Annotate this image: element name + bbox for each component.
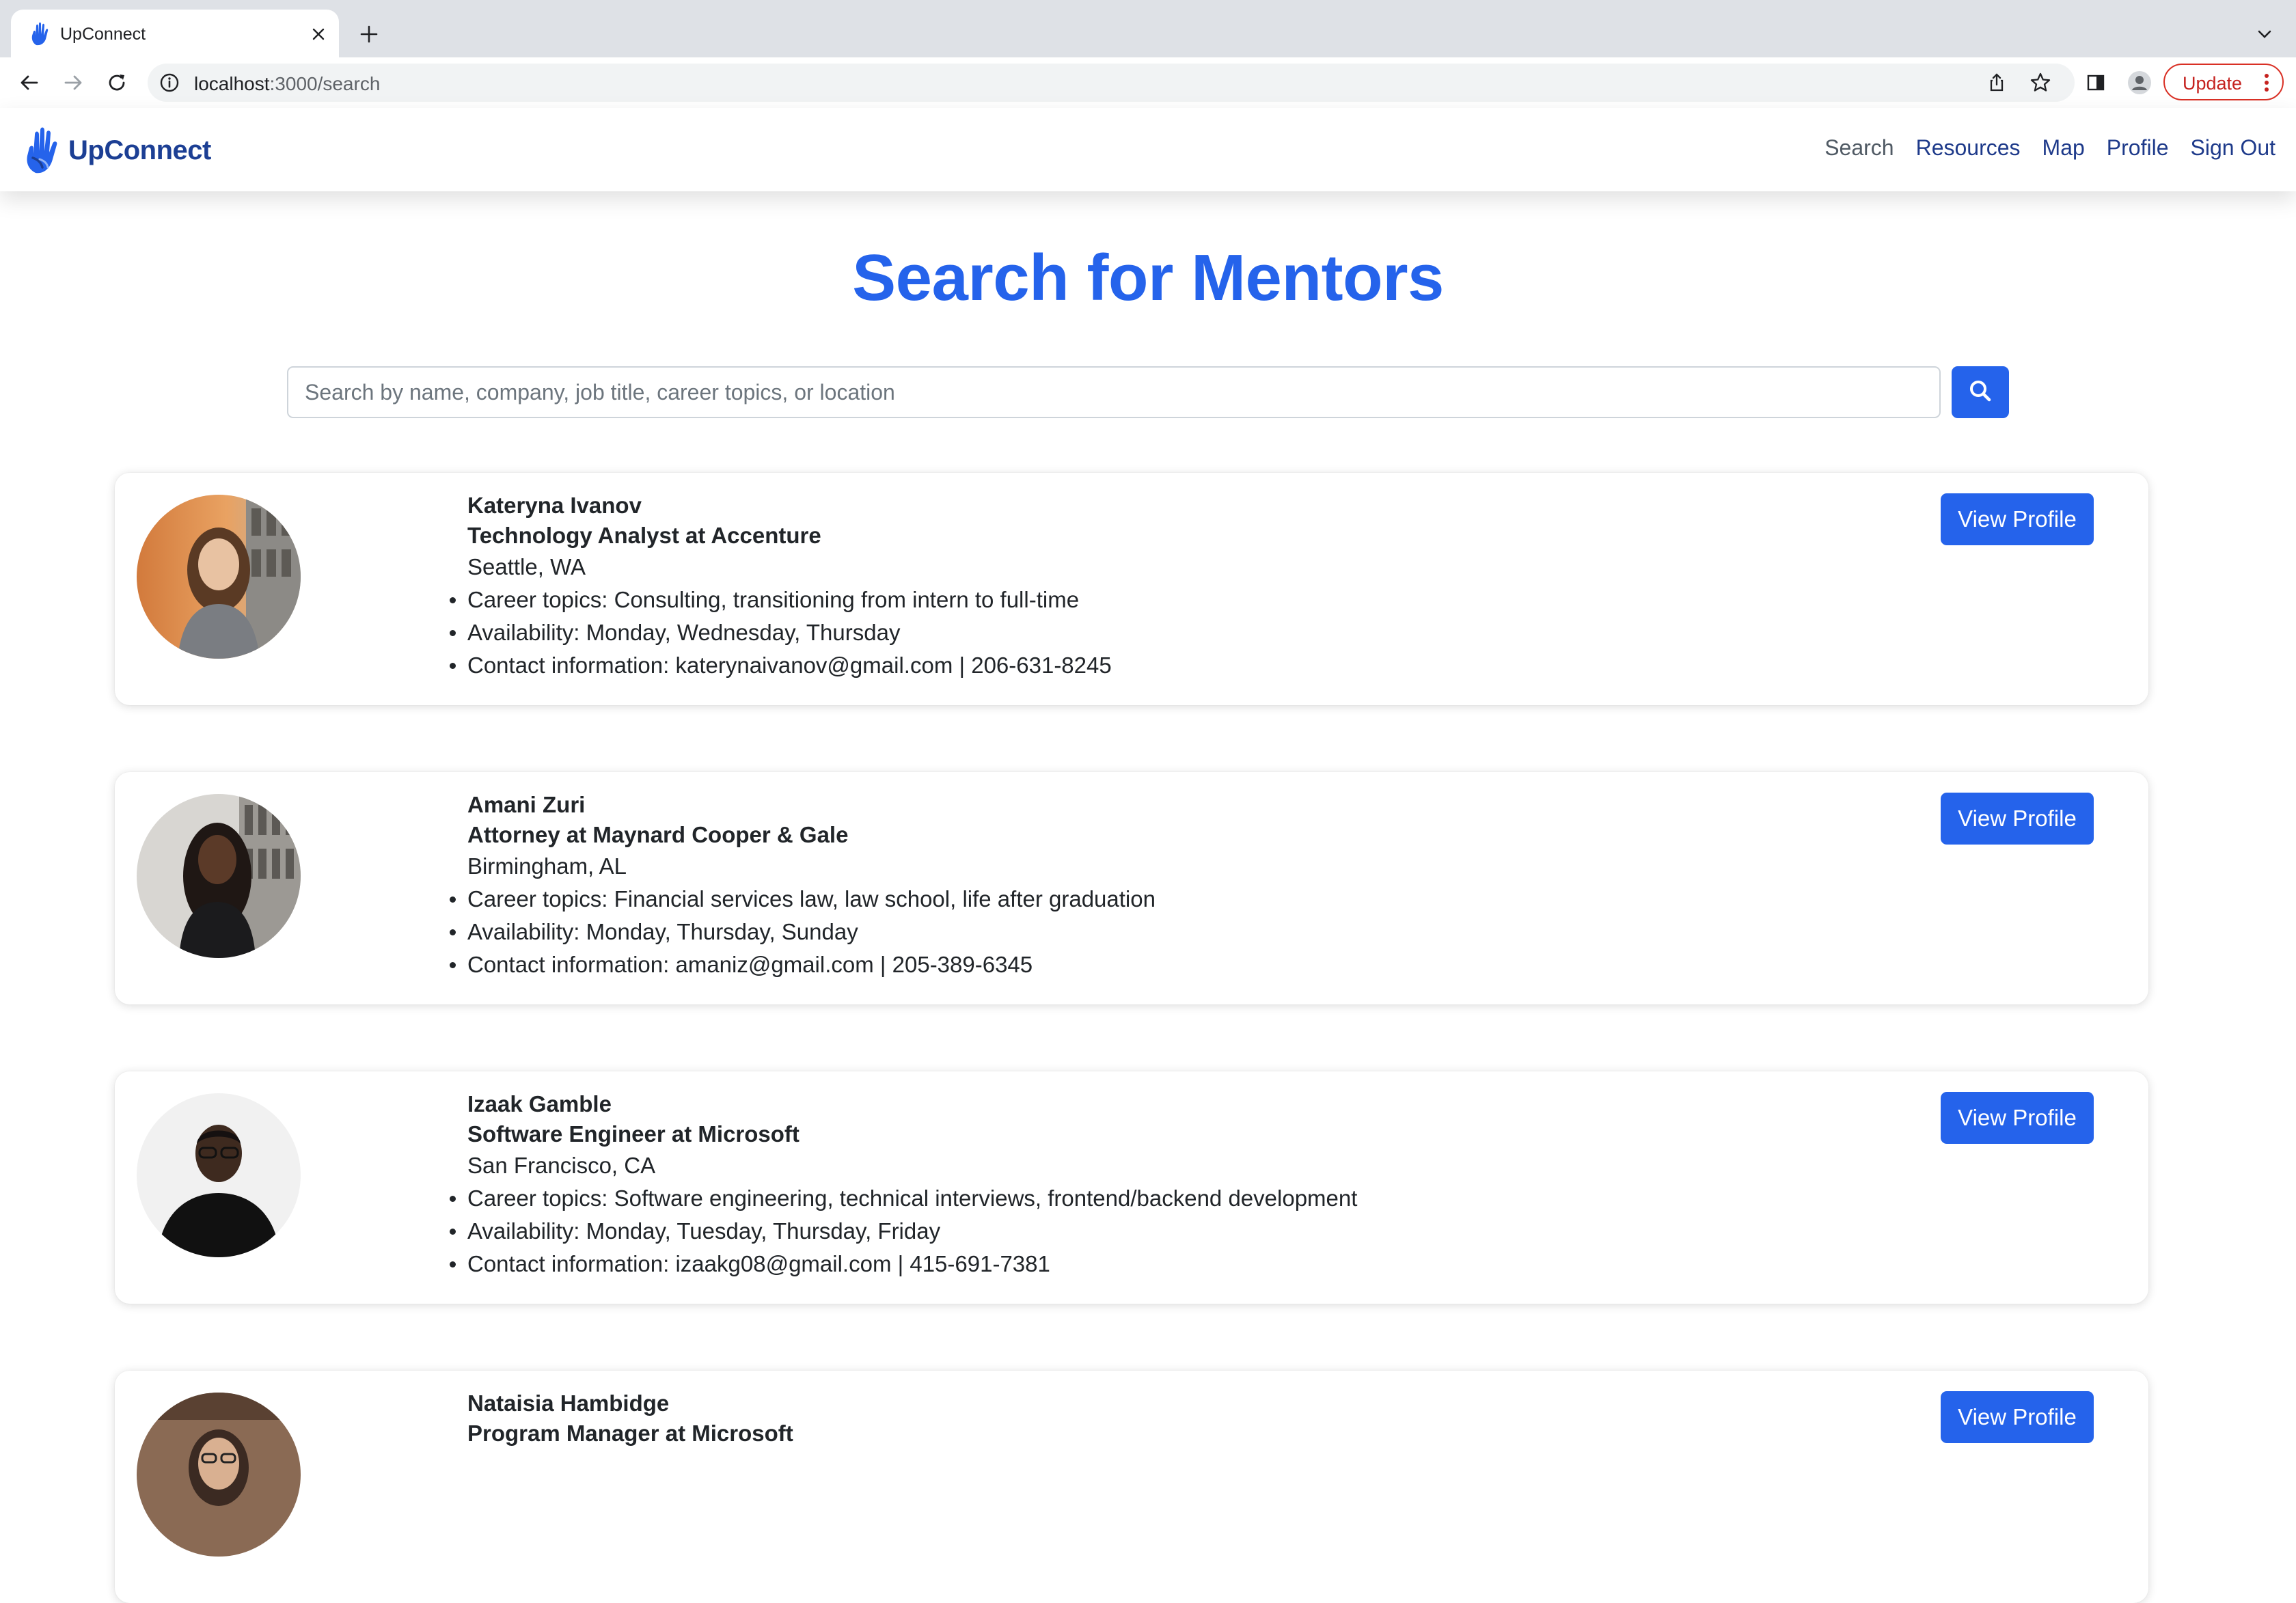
page-title: Search for Mentors: [852, 241, 1444, 314]
mentor-career-topics: Career topics: Consulting, transitioning…: [450, 584, 1112, 616]
mentor-avatar: [137, 495, 301, 659]
site-navbar: UpConnect Search Resources Map Profile S…: [0, 108, 2296, 191]
url-path: :3000/search: [269, 73, 381, 94]
back-arrow-icon[interactable]: [14, 67, 45, 98]
search-input[interactable]: [287, 366, 1941, 418]
mentor-career-topics: Career topics: Financial services law, l…: [450, 883, 1156, 916]
mentor-details: Career topics: Financial services law, l…: [450, 883, 1156, 981]
mentor-card: Izaak Gamble Software Engineer at Micros…: [115, 1071, 2148, 1304]
hand-logo-icon: [27, 20, 55, 48]
mentor-title: Software Engineer at Microsoft: [467, 1121, 800, 1147]
mentor-avatar: [137, 1093, 301, 1257]
share-icon[interactable]: [1983, 69, 2010, 96]
nav-link-search[interactable]: Search: [1814, 135, 1904, 161]
mentor-location: San Francisco, CA: [467, 1153, 656, 1178]
mentor-name: Kateryna Ivanov: [467, 493, 642, 518]
address-bar[interactable]: localhost:3000/search: [148, 64, 2075, 102]
hand-logo-icon: [20, 125, 66, 176]
mentor-card: Amani Zuri Attorney at Maynard Cooper & …: [115, 772, 2148, 1004]
mentor-career-topics: Career topics: Software engineering, tec…: [449, 1182, 1357, 1215]
search-icon: [1969, 379, 1992, 406]
mentor-title: Program Manager at Microsoft: [467, 1421, 793, 1446]
mentor-avatar: [137, 794, 301, 958]
close-tab-icon[interactable]: [305, 20, 332, 48]
search-button[interactable]: [1952, 366, 2009, 418]
mentor-details: Career topics: Software engineering, tec…: [449, 1182, 1357, 1280]
view-profile-button[interactable]: View Profile: [1941, 493, 2094, 545]
view-profile-button[interactable]: View Profile: [1941, 1092, 2094, 1144]
mentor-info: Nataisia Hambidge Program Manager at Mic…: [467, 1388, 793, 1449]
forward-arrow-icon[interactable]: [57, 67, 89, 98]
nav-link-map[interactable]: Map: [2032, 135, 2096, 161]
browser-tabstrip: UpConnect: [0, 0, 2296, 57]
mentor-name: Amani Zuri: [467, 792, 586, 817]
nav-link-profile[interactable]: Profile: [2096, 135, 2180, 161]
mentor-avatar: [137, 1393, 301, 1557]
mentor-availability: Availability: Monday, Thursday, Sunday: [450, 916, 1156, 948]
mentor-details: Career topics: Consulting, transitioning…: [450, 584, 1112, 682]
mentor-location: Seattle, WA: [467, 554, 586, 579]
chevron-down-icon[interactable]: [2248, 18, 2281, 51]
brand-link[interactable]: UpConnect: [20, 124, 211, 176]
mentor-location: Birmingham, AL: [467, 853, 627, 879]
mentor-info: Izaak Gamble Software Engineer at Micros…: [449, 1089, 1357, 1280]
more-vertical-icon[interactable]: [2256, 72, 2277, 94]
mentor-card: Nataisia Hambidge Program Manager at Mic…: [115, 1371, 2148, 1603]
reload-icon[interactable]: [101, 67, 133, 98]
info-icon[interactable]: [157, 70, 182, 95]
mentor-availability: Availability: Monday, Tuesday, Thursday,…: [449, 1215, 1357, 1248]
url-text: localhost:3000/search: [194, 73, 380, 95]
nav-links: Search Resources Map Profile Sign Out: [1814, 135, 2286, 161]
mentor-info: Kateryna Ivanov Technology Analyst at Ac…: [450, 491, 1112, 682]
nav-link-resources[interactable]: Resources: [1905, 135, 2032, 161]
mentor-title: Attorney at Maynard Cooper & Gale: [467, 822, 849, 847]
mentor-contact: Contact information: izaakg08@gmail.com …: [449, 1248, 1357, 1280]
brand-name: UpConnect: [68, 135, 211, 165]
view-profile-button[interactable]: View Profile: [1941, 1391, 2094, 1443]
mentor-card: Kateryna Ivanov Technology Analyst at Ac…: [115, 473, 2148, 705]
side-panel-icon[interactable]: [2080, 67, 2112, 98]
update-label: Update: [2183, 73, 2243, 94]
mentor-availability: Availability: Monday, Wednesday, Thursda…: [450, 616, 1112, 649]
mentor-name: Izaak Gamble: [467, 1091, 612, 1116]
mentor-title: Technology Analyst at Accenture: [467, 523, 821, 548]
mentor-info: Amani Zuri Attorney at Maynard Cooper & …: [450, 790, 1156, 981]
tab-title: UpConnect: [60, 25, 146, 44]
url-host: localhost: [194, 73, 270, 94]
mentor-contact: Contact information: amaniz@gmail.com | …: [450, 948, 1156, 981]
browser-toolbar: localhost:3000/search Update: [0, 57, 2296, 109]
mentor-name: Nataisia Hambidge: [467, 1390, 670, 1416]
mentor-contact: Contact information: katerynaivanov@gmai…: [450, 649, 1112, 682]
browser-tab[interactable]: UpConnect: [11, 10, 339, 57]
view-profile-button[interactable]: View Profile: [1941, 793, 2094, 845]
profile-avatar-icon[interactable]: [2124, 67, 2155, 98]
new-tab-icon[interactable]: [353, 18, 385, 51]
update-button[interactable]: Update: [2163, 64, 2284, 100]
nav-link-sign-out[interactable]: Sign Out: [2179, 135, 2286, 161]
bookmark-star-icon[interactable]: [2027, 69, 2054, 96]
